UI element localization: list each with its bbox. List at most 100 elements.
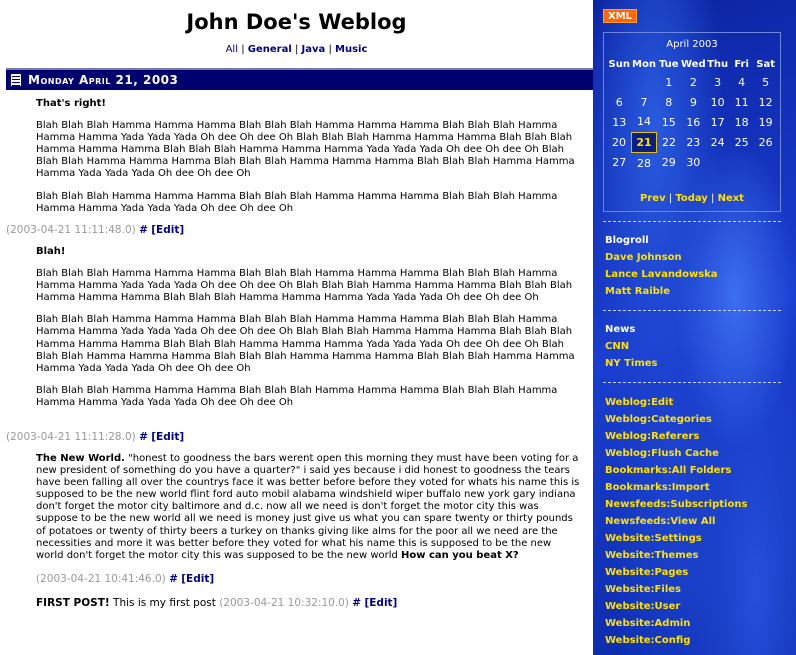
- weekday-header: Sun: [608, 58, 630, 70]
- calendar-day: 26: [758, 136, 773, 150]
- calendar-day: 12: [758, 95, 773, 109]
- divider: [603, 310, 781, 311]
- entry-body: "honest to goodness the bars werent open…: [36, 453, 580, 561]
- admin-link[interactable]: Website:Pages: [605, 567, 688, 578]
- entry-title: Blah!: [36, 246, 66, 257]
- calendar-today-day-link[interactable]: 21: [636, 136, 651, 149]
- calendar-day: 6: [615, 95, 623, 109]
- calendar-day: 24: [710, 136, 725, 150]
- calendar-day: 13: [612, 115, 627, 129]
- calendar-day: 23: [686, 136, 701, 150]
- calendar-day: 7: [640, 95, 648, 109]
- admin-link[interactable]: Weblog:Referers: [605, 431, 699, 442]
- calendar-day[interactable]: 21: [631, 131, 657, 154]
- blogroll-link[interactable]: Matt Raible: [605, 286, 670, 297]
- admin-link[interactable]: Website:Settings: [605, 533, 702, 544]
- edit-link[interactable]: [Edit]: [151, 224, 184, 236]
- calendar-day: 25: [734, 136, 749, 150]
- entry-closing: How can you beat X?: [401, 549, 519, 561]
- edit-link[interactable]: [Edit]: [151, 431, 184, 443]
- news-link[interactable]: CNN: [605, 341, 629, 352]
- xml-feed-badge[interactable]: XML: [603, 9, 637, 23]
- admin-link[interactable]: Website:Config: [605, 635, 690, 646]
- entry-meta: (2003-04-21 10:41:46.0) # [Edit]: [36, 573, 214, 585]
- weekday-header: Tue: [658, 58, 679, 70]
- divider: [603, 382, 781, 383]
- calendar-day: 1: [665, 76, 673, 90]
- admin-link[interactable]: Website:Files: [605, 584, 681, 595]
- calendar-next-link[interactable]: Next: [718, 193, 744, 204]
- calendar-month: April 2003: [666, 39, 718, 50]
- calendar-day: 8: [665, 95, 673, 109]
- news-link[interactable]: NY Times: [605, 358, 658, 369]
- category-general-link[interactable]: General: [248, 44, 292, 55]
- entry: The New World. "honest to goodness the b…: [36, 453, 581, 562]
- calendar-day: 20: [612, 136, 626, 150]
- calendar-day: [754, 153, 778, 173]
- calendar-day: [706, 153, 730, 173]
- weekday-header: Wed: [681, 58, 706, 70]
- entry-title: The New World.: [36, 453, 125, 464]
- admin-link[interactable]: Website:User: [605, 601, 680, 612]
- entry: FIRST POST! This is my first post (2003-…: [36, 597, 581, 609]
- calendar-day: 15: [661, 115, 676, 129]
- document-icon: [11, 74, 21, 86]
- permalink[interactable]: #: [139, 431, 148, 443]
- calendar-day: 3: [714, 76, 722, 90]
- entry-meta: (2003-04-21 11:11:28.0) # [Edit]: [6, 431, 184, 443]
- admin-link[interactable]: Newsfeeds:View All: [605, 516, 715, 527]
- weekday-header: Mon: [632, 58, 656, 70]
- category-separator: |: [294, 44, 299, 55]
- admin-link[interactable]: Weblog:Edit: [605, 397, 673, 408]
- calendar-week: 1 2 3 4 5: [607, 73, 778, 93]
- blogroll-link[interactable]: Lance Lavandowska: [605, 269, 718, 280]
- admin-link[interactable]: Newsfeeds:Subscriptions: [605, 499, 747, 510]
- calendar-grid: Sun Mon Tue Wed Thu Fri Sat 1 2 3 4 5 6 7 8 9 10 11 12 13 1…: [607, 55, 778, 173]
- divider: [603, 221, 781, 222]
- admin-link[interactable]: Weblog:Categories: [605, 414, 712, 425]
- category-all-link[interactable]: All: [226, 44, 238, 55]
- weekday-header: Thu: [707, 58, 729, 70]
- weekday-header: Sat: [756, 58, 775, 70]
- calendar-day: 5: [762, 76, 770, 90]
- category-java-link[interactable]: Java: [302, 44, 326, 55]
- calendar-day: 30: [686, 156, 701, 170]
- calendar-day: 27: [612, 156, 627, 170]
- calendar-day: 10: [710, 95, 725, 109]
- category-music-link[interactable]: Music: [335, 44, 367, 55]
- category-separator: |: [241, 44, 245, 55]
- blogroll-link[interactable]: Dave Johnson: [605, 252, 682, 263]
- category-separator: |: [328, 44, 332, 55]
- calendar-week: 6 7 8 9 10 11 12: [607, 93, 778, 113]
- calendar-day: 4: [738, 76, 746, 90]
- calendar-day: [607, 73, 632, 93]
- admin-link[interactable]: Website:Themes: [605, 550, 698, 561]
- calendar-day: 14: [637, 115, 651, 129]
- admin-link[interactable]: Bookmarks:Import: [605, 482, 710, 493]
- calendar-day: 19: [758, 115, 773, 129]
- calendar-day: 16: [686, 115, 701, 129]
- calendar-prev-link[interactable]: Prev: [640, 193, 666, 204]
- admin-link[interactable]: Weblog:Flush Cache: [605, 448, 719, 459]
- permalink[interactable]: #: [169, 573, 178, 585]
- calendar-day: 18: [734, 115, 749, 129]
- edit-link[interactable]: [Edit]: [181, 573, 214, 585]
- day-label: Monday April 21, 2003: [28, 73, 179, 87]
- blogroll-title: Blogroll: [605, 235, 649, 246]
- edit-link[interactable]: [Edit]: [364, 597, 397, 609]
- calendar-nav-separator: |: [668, 193, 673, 204]
- blog-title: John Doe's Weblog: [186, 10, 407, 34]
- calendar-day: 28: [637, 156, 651, 170]
- entry-paragraph: Blah Blah Blah Hamma Hamma Hamma Blah Bl…: [36, 384, 558, 408]
- admin-link[interactable]: Bookmarks:All Folders: [605, 465, 731, 476]
- permalink[interactable]: #: [352, 597, 361, 609]
- admin-link[interactable]: Website:Admin: [605, 618, 690, 629]
- entry-meta: (2003-04-21 10:32:10.0) # [Edit]: [219, 597, 397, 609]
- entry-timestamp: (2003-04-21 10:41:46.0): [36, 573, 166, 585]
- permalink[interactable]: #: [139, 224, 148, 236]
- weekday-header: Fri: [734, 58, 749, 70]
- calendar-nav-separator: |: [711, 193, 715, 204]
- calendar-day: 17: [710, 115, 725, 129]
- calendar-today-link[interactable]: Today: [675, 193, 707, 204]
- calendar-day: 22: [662, 136, 676, 150]
